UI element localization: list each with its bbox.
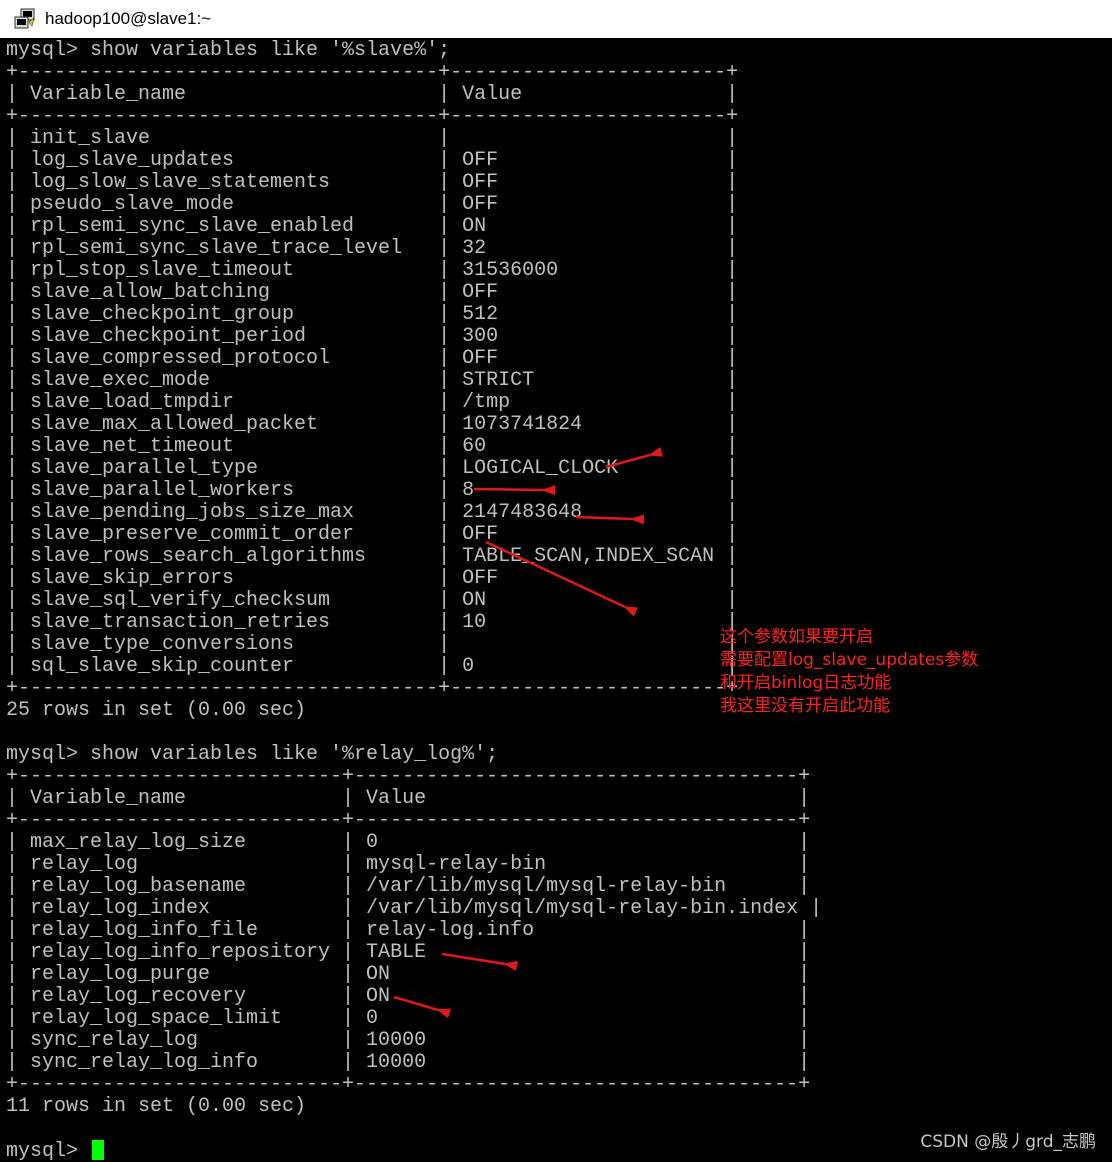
annotation-line: 我这里没有开启此功能 [720,696,890,716]
terminal-line: 11 rows in set (0.00 sec) [6,1095,307,1118]
annotation-line: 需要配置log_slave_updates参数 [720,650,979,670]
terminal-line: | slave_type_conversions | | [6,633,739,656]
terminal-line: | slave_transaction_retries | 10 | [6,611,739,634]
terminal-line: | sync_relay_log | 10000 | [6,1029,811,1052]
terminal-line: | slave_rows_search_algorithms | TABLE_S… [6,545,739,568]
terminal-line: +-----------------------------------+---… [6,105,739,128]
terminal-line: | slave_load_tmpdir | /tmp | [6,391,739,414]
terminal-line: | slave_skip_errors | OFF | [6,567,739,590]
terminal-line: | rpl_semi_sync_slave_enabled | ON | [6,215,739,238]
terminal-line: mysql> show variables like '%relay_log%'… [6,743,499,766]
terminal-line: | pseudo_slave_mode | OFF | [6,193,739,216]
terminal-line: | slave_checkpoint_group | 512 | [6,303,739,326]
terminal-line: | relay_log_recovery | ON | [6,985,811,1008]
terminal-line: +---------------------------+-----------… [6,809,811,832]
terminal-line: | max_relay_log_size | 0 | [6,831,811,854]
terminal-line: +-----------------------------------+---… [6,677,739,700]
command-prompt-line[interactable]: mysql> [6,1140,822,1162]
terminal-output: mysql> show variables like '%slave%'; +--… [6,40,822,1162]
terminal-line: | slave_compressed_protocol | OFF | [6,347,739,370]
terminal-line: | relay_log | mysql-relay-bin | [6,853,811,876]
terminal-line: | init_slave | | [6,127,739,150]
window-title-bar[interactable]: hadoop100@slave1:~ [0,0,1112,39]
terminal-line: +---------------------------+-----------… [6,1073,811,1096]
terminal-line: | slave_exec_mode | STRICT | [6,369,739,392]
terminal-line: 25 rows in set (0.00 sec) [6,699,307,722]
terminal-line: | slave_max_allowed_packet | 1073741824 … [6,413,739,436]
terminal-line: | Variable_name | Value | [6,83,739,106]
terminal-line: | relay_log_index | /var/lib/mysql/mysql… [6,897,823,920]
terminal-line: | slave_checkpoint_period | 300 | [6,325,739,348]
red-annotation-note: 这个参数如果要开启 需要配置log_slave_updates参数 和开启bin… [720,626,978,718]
terminal-line: | sql_slave_skip_counter | 0 | [6,655,739,678]
terminal-line: | relay_log_info_file | relay-log.info | [6,919,811,942]
putty-terminal-icon [14,8,35,29]
terminal-line: mysql> show variables like '%slave%'; [6,39,451,62]
terminal-line: +-----------------------------------+---… [6,61,739,84]
terminal-line: +---------------------------+-----------… [6,765,811,788]
terminal-line: | slave_preserve_commit_order | OFF | [6,523,739,546]
terminal-line: | relay_log_space_limit | 0 | [6,1007,811,1030]
terminal-line: | rpl_semi_sync_slave_trace_level | 32 | [6,237,739,260]
mysql-prompt: mysql> [6,1140,91,1162]
window-title: hadoop100@slave1:~ [45,9,212,28]
terminal-line: | relay_log_basename | /var/lib/mysql/my… [6,875,811,898]
terminal-line: | slave_parallel_type | LOGICAL_CLOCK | [6,457,739,480]
annotation-line: 这个参数如果要开启 [720,627,873,647]
terminal-line: | slave_parallel_workers | 8 | [6,479,739,502]
annotation-line: 和开启binlog日志功能 [720,673,892,693]
terminal-line: | sync_relay_log_info | 10000 | [6,1051,811,1074]
terminal-line: | log_slave_updates | OFF | [6,149,739,172]
terminal-line: | log_slow_slave_statements | OFF | [6,171,739,194]
terminal-line: | relay_log_info_repository | TABLE | [6,941,811,964]
terminal-line: | slave_net_timeout | 60 | [6,435,739,458]
terminal-line: | relay_log_purge | ON | [6,963,811,986]
csdn-watermark: CSDN @殷丿grd_志鹏 [920,1132,1096,1152]
terminal-line: | rpl_stop_slave_timeout | 31536000 | [6,259,739,282]
terminal-area[interactable]: mysql> show variables like '%slave%'; +--… [0,38,1112,1162]
terminal-line: | Variable_name | Value | [6,787,811,810]
terminal-line: | slave_sql_verify_checksum | ON | [6,589,739,612]
text-cursor [92,1140,105,1160]
terminal-line: | slave_pending_jobs_size_max | 21474836… [6,501,739,524]
terminal-line: | slave_allow_batching | OFF | [6,281,739,304]
